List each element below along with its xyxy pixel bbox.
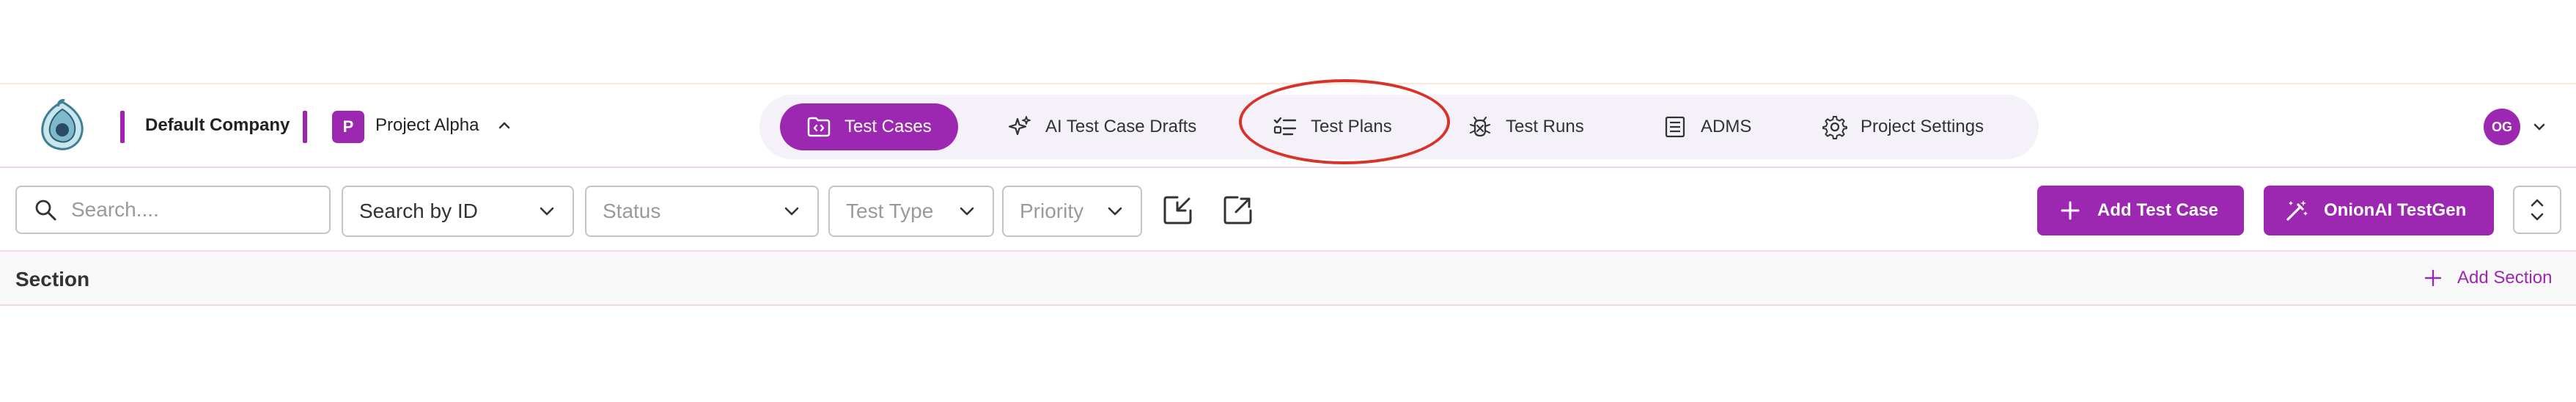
tab-test-cases[interactable]: Test Cases xyxy=(780,103,958,150)
tab-label: ADMS xyxy=(1701,117,1752,136)
search-box[interactable] xyxy=(15,186,331,234)
annotation-highlight-ring xyxy=(1239,79,1450,164)
priority-placeholder: Priority xyxy=(1020,200,1084,222)
folder-code-icon xyxy=(807,117,831,137)
onionai-testgen-button[interactable]: OnionAI TestGen xyxy=(2264,186,2494,235)
add-test-case-button[interactable]: Add Test Case xyxy=(2037,186,2244,235)
document-list-icon xyxy=(1665,116,1685,138)
sparkles-icon xyxy=(1008,116,1031,136)
export-button[interactable] xyxy=(1220,191,1256,228)
tab-ai-test-case-drafts[interactable]: AI Test Case Drafts xyxy=(1007,103,1196,150)
search-by-select[interactable]: Search by ID xyxy=(342,186,574,237)
priority-select[interactable]: Priority xyxy=(1002,186,1142,237)
project-badge[interactable]: P xyxy=(332,111,364,143)
test-type-select[interactable]: Test Type xyxy=(828,186,994,237)
chevron-down-icon[interactable] xyxy=(2531,118,2548,136)
expand-collapse-button[interactable] xyxy=(2513,186,2561,234)
add-section-label: Add Section xyxy=(2457,268,2553,288)
app-logo-icon[interactable] xyxy=(37,99,88,153)
tab-label: Project Settings xyxy=(1861,117,1984,136)
chevron-down-icon xyxy=(1108,207,1122,216)
project-name[interactable]: Project Alpha xyxy=(375,115,479,136)
tab-label: Test Runs xyxy=(1506,117,1584,136)
divider xyxy=(120,111,125,143)
divider xyxy=(303,111,307,143)
search-icon xyxy=(35,200,56,221)
onionai-testgen-label: OnionAI TestGen xyxy=(2324,200,2467,220)
magic-wand-icon xyxy=(2286,200,2308,221)
gear-icon xyxy=(1822,116,1847,139)
bug-icon xyxy=(1470,117,1490,137)
search-input[interactable] xyxy=(71,198,320,222)
import-button[interactable] xyxy=(1160,191,1196,228)
add-section-button[interactable]: Add Section xyxy=(2424,268,2552,288)
status-select[interactable]: Status xyxy=(585,186,819,237)
section-header: Section Add Section xyxy=(0,250,2576,306)
tab-label: AI Test Case Drafts xyxy=(1045,117,1197,136)
tab-adms[interactable]: ADMS xyxy=(1663,103,1751,150)
unfold-icon xyxy=(2531,199,2544,221)
plus-icon xyxy=(2424,269,2442,287)
chevron-up-icon[interactable] xyxy=(496,117,513,134)
search-by-value: Search by ID xyxy=(359,200,478,222)
tab-test-runs[interactable]: Test Runs xyxy=(1468,103,1584,150)
filter-toolbar: Search by ID Status Test Type Priority A… xyxy=(0,169,2576,250)
add-test-case-label: Add Test Case xyxy=(2097,200,2218,220)
chevron-down-icon xyxy=(784,207,799,216)
chevron-down-icon xyxy=(540,207,554,216)
test-type-placeholder: Test Type xyxy=(846,200,934,222)
plus-icon xyxy=(2061,201,2080,220)
chevron-down-icon xyxy=(960,207,974,216)
user-avatar[interactable]: OG xyxy=(2484,109,2520,145)
tab-label: Test Cases xyxy=(844,117,932,136)
import-icon xyxy=(1163,196,1192,224)
section-title: Section xyxy=(15,268,90,290)
export-icon xyxy=(1223,196,1252,224)
company-name[interactable]: Default Company xyxy=(145,115,290,136)
top-blank-area xyxy=(0,0,2576,84)
tab-project-settings[interactable]: Project Settings xyxy=(1822,103,1984,150)
status-placeholder: Status xyxy=(603,200,661,222)
